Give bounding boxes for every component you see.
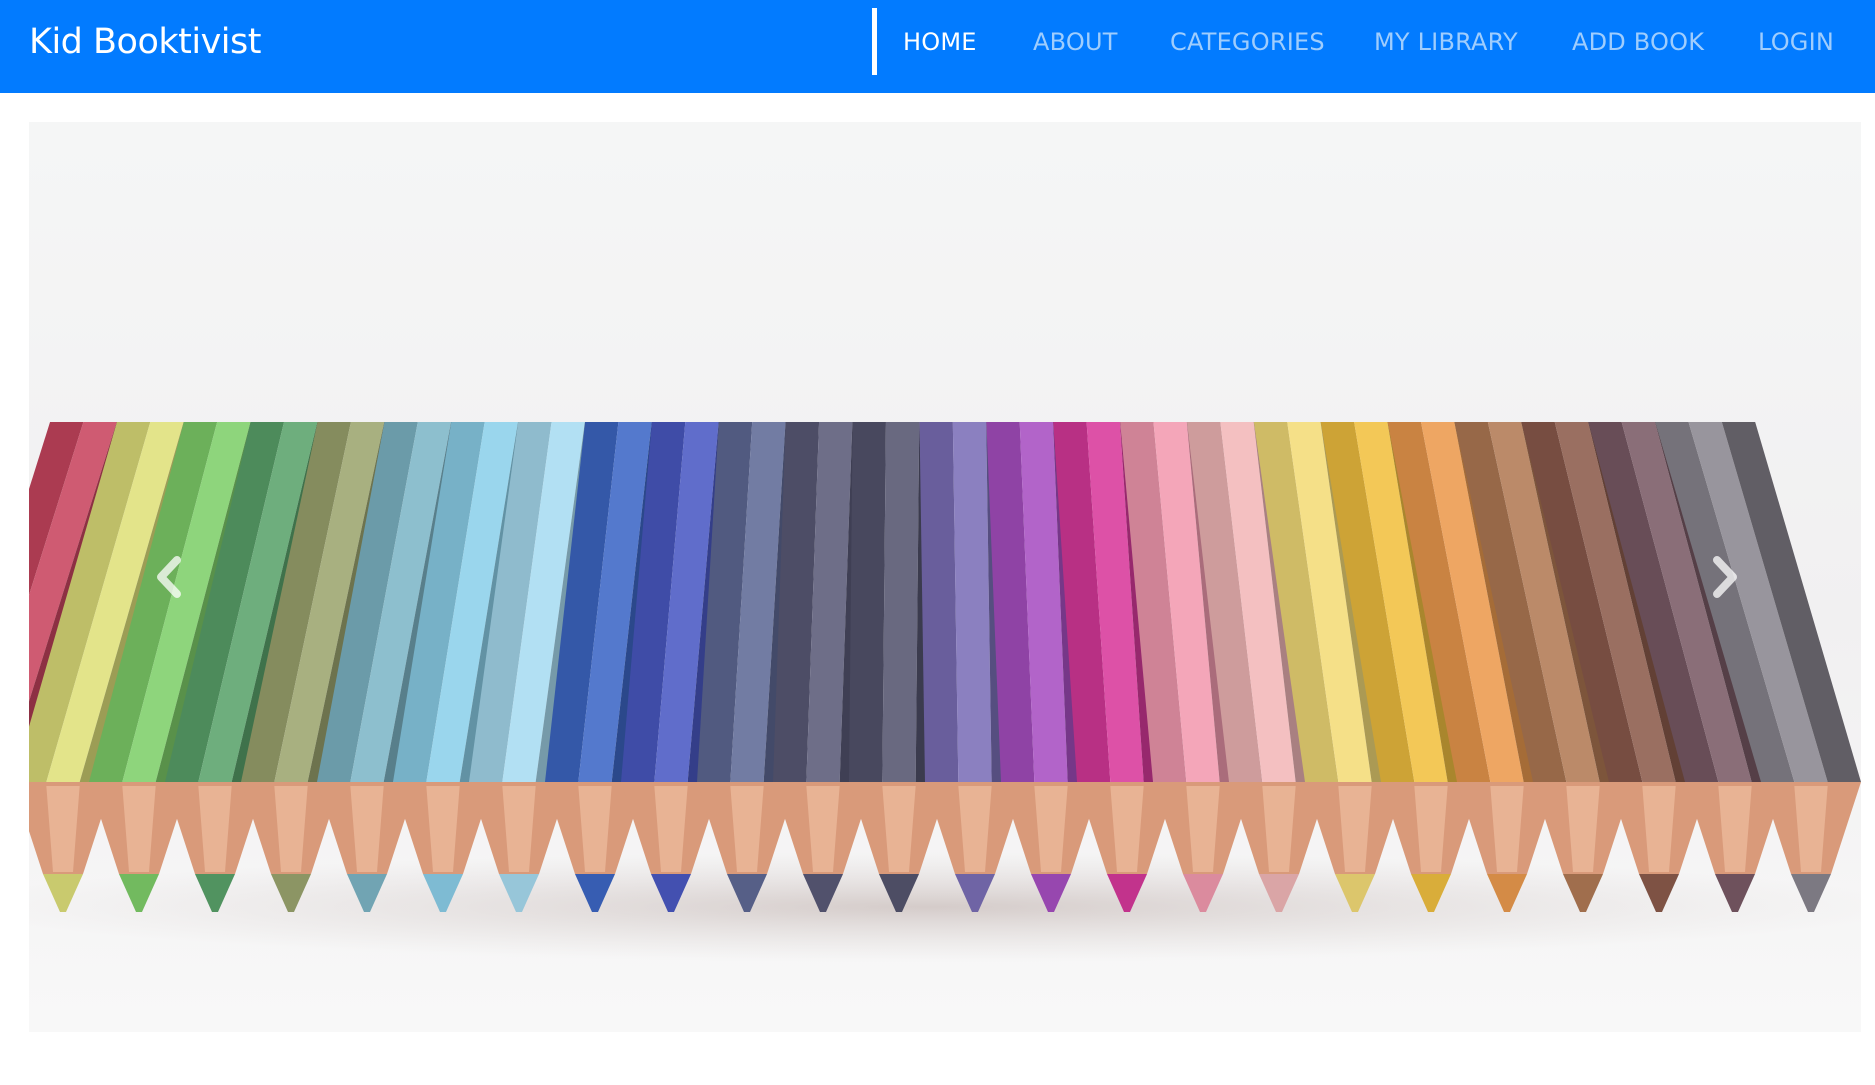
nav-divider [872,8,877,75]
nav-about[interactable]: ABOUT [1033,27,1118,57]
chevron-right-icon [1713,556,1737,598]
nav-my-library[interactable]: MY LIBRARY [1374,27,1518,57]
nav-categories[interactable]: CATEGORIES [1170,27,1325,57]
nav-home[interactable]: HOME [903,27,977,57]
carousel-prev-control[interactable] [29,122,309,1032]
nav-login[interactable]: LOGIN [1758,27,1834,57]
image-carousel [29,122,1861,1032]
carousel-next-control[interactable] [1581,122,1861,1032]
chevron-left-icon [157,556,181,598]
brand-logo[interactable]: Kid Booktivist [29,20,261,64]
nav-add-book[interactable]: ADD BOOK [1572,27,1704,57]
top-navbar: Kid Booktivist HOME ABOUT CATEGORIES MY … [0,0,1875,93]
